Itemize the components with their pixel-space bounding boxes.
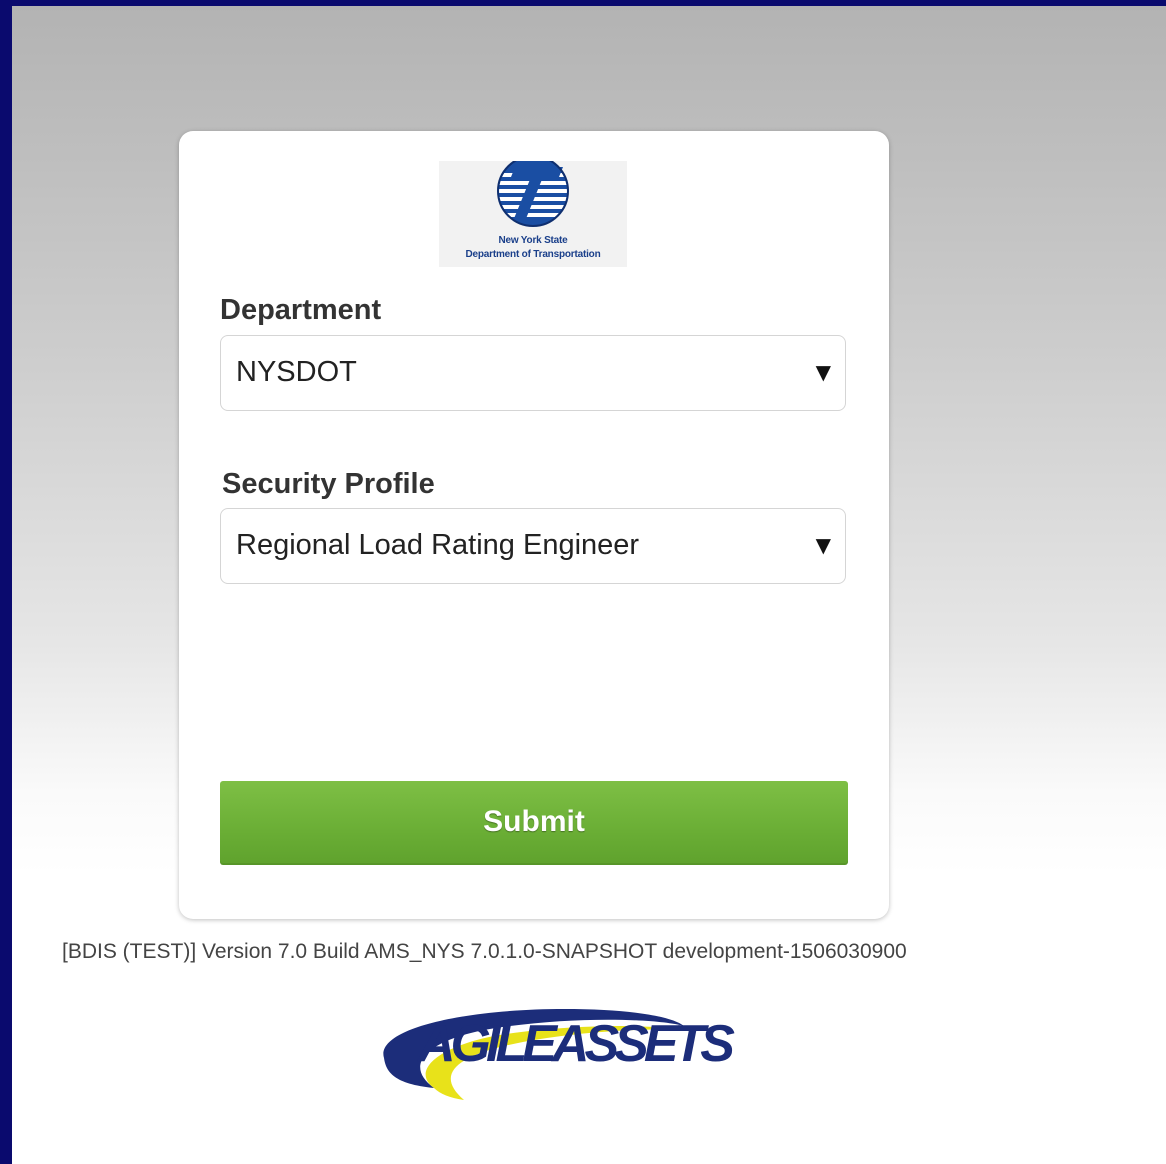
submit-button-label: Submit <box>483 805 585 838</box>
page-viewport: New York State Department of Transportat… <box>12 6 1166 1164</box>
login-card: New York State Department of Transportat… <box>179 131 889 919</box>
security-profile-select[interactable]: Regional Load Rating Engineer ▼ <box>220 508 846 584</box>
security-profile-label: Security Profile <box>222 468 435 500</box>
dropdown-arrow-icon: ▼ <box>815 360 831 384</box>
department-label: Department <box>220 294 382 326</box>
department-select[interactable]: NYSDOT ▼ <box>220 335 846 411</box>
agileassets-logo: AGILEASSETS <box>364 996 735 1116</box>
submit-button[interactable]: Submit <box>220 781 848 865</box>
dropdown-arrow-icon: ▼ <box>815 533 831 557</box>
logo-text-line1: New York State <box>498 235 568 246</box>
version-info: [BDIS (TEST)] Version 7.0 Build AMS_NYS … <box>62 940 907 963</box>
security-profile-selected-value: Regional Load Rating Engineer <box>236 529 640 561</box>
logo-text-line2: Department of Transportation <box>465 249 601 260</box>
nysdot-logo: New York State Department of Transportat… <box>439 161 627 267</box>
department-selected-value: NYSDOT <box>236 356 357 388</box>
agileassets-wordmark: AGILEASSETS <box>418 1015 735 1073</box>
